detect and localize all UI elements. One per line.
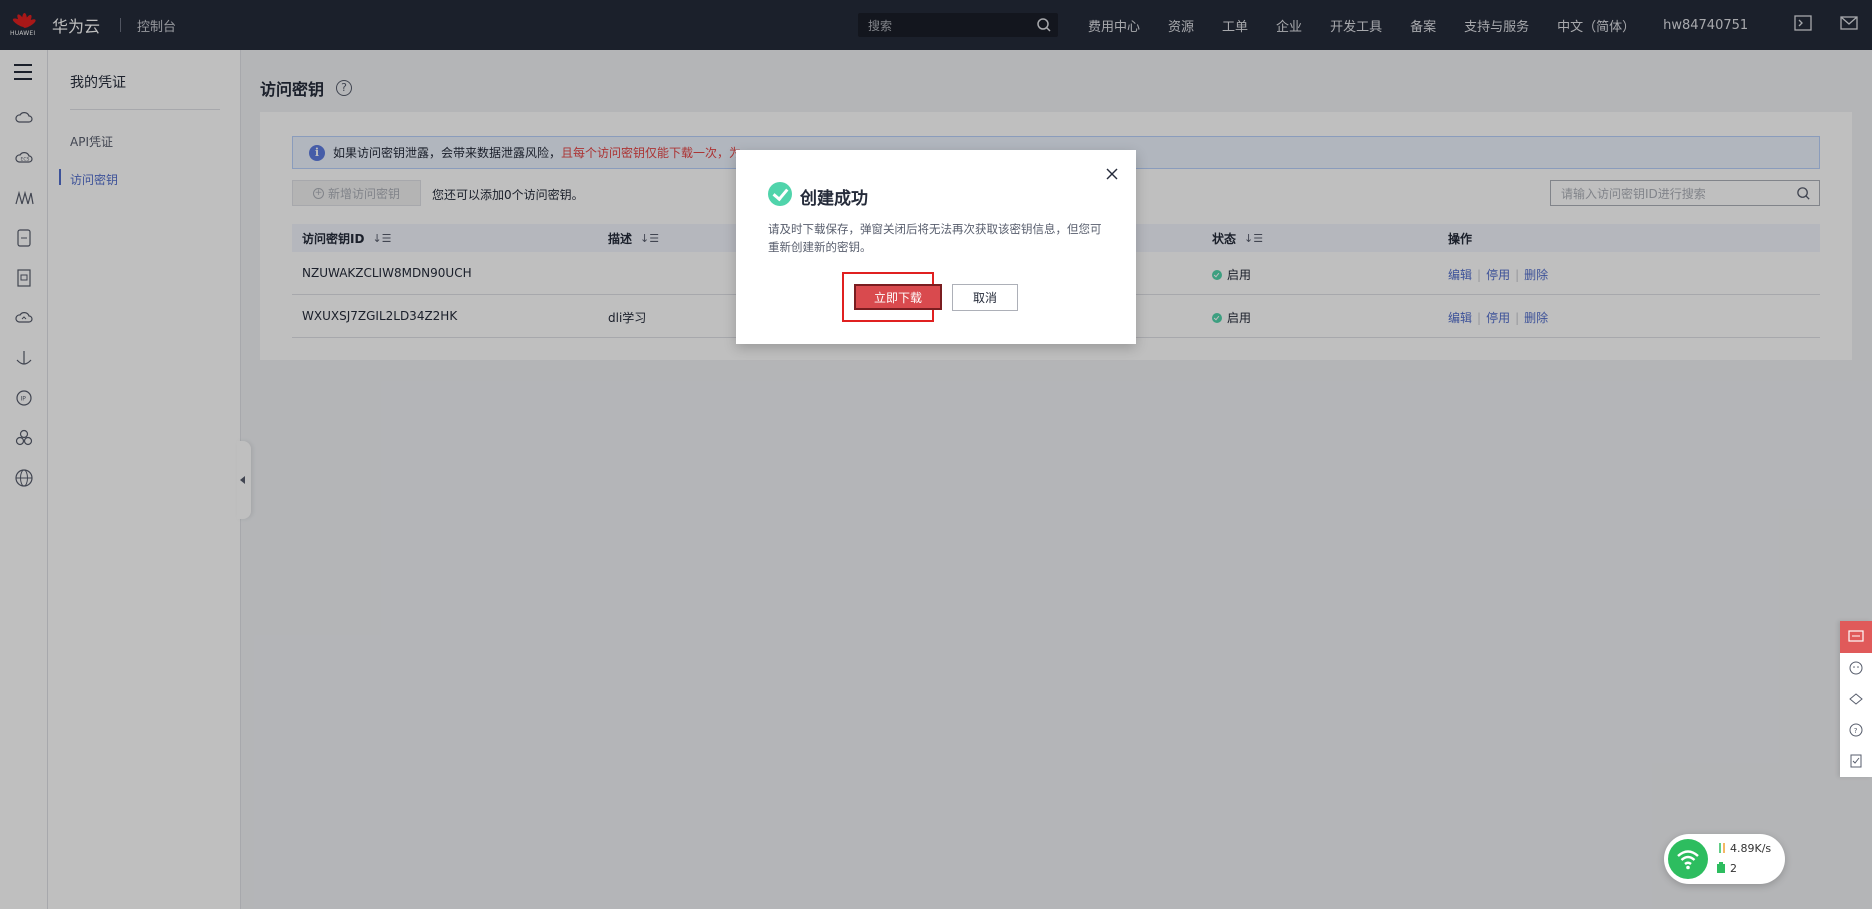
question-icon: ?: [1849, 723, 1863, 737]
survey-button[interactable]: [1840, 746, 1872, 777]
help-button[interactable]: ?: [1840, 715, 1872, 746]
close-icon[interactable]: [1106, 168, 1118, 180]
download-now-button[interactable]: 立即下载: [854, 284, 942, 310]
network-speed: 4.89K/s: [1730, 842, 1772, 855]
diamond-icon: [1849, 693, 1863, 705]
feedback-button[interactable]: [1840, 621, 1872, 653]
network-speed-widget[interactable]: 4.89K/s 2: [1664, 834, 1785, 884]
wifi-icon: [1668, 839, 1708, 879]
topbar-overlay: [0, 0, 1872, 50]
svg-text:?: ?: [1854, 727, 1858, 735]
floating-toolbar: ?: [1840, 621, 1872, 777]
battery-icon: [1717, 862, 1725, 873]
dialog-message: 请及时下载保存，弹窗关闭后将无法再次获取该密钥信息，但您可重新创建新的密钥。: [768, 222, 1102, 254]
connection-count: 2: [1730, 862, 1737, 875]
create-success-dialog: 创建成功 请及时下载保存，弹窗关闭后将无法再次获取该密钥信息，但您可重新创建新的…: [736, 150, 1136, 344]
success-check-icon: [768, 182, 792, 206]
ai-assistant-button[interactable]: [1840, 684, 1872, 715]
modal-overlay[interactable]: [0, 0, 1872, 909]
checklist-icon: [1850, 754, 1862, 768]
chat-icon: [1848, 630, 1864, 642]
transfer-arrows-icon: [1719, 843, 1725, 853]
robot-icon: [1849, 661, 1863, 675]
dialog-title: 创建成功: [800, 189, 868, 209]
cancel-button[interactable]: 取消: [952, 284, 1018, 311]
service-button[interactable]: [1840, 653, 1872, 684]
